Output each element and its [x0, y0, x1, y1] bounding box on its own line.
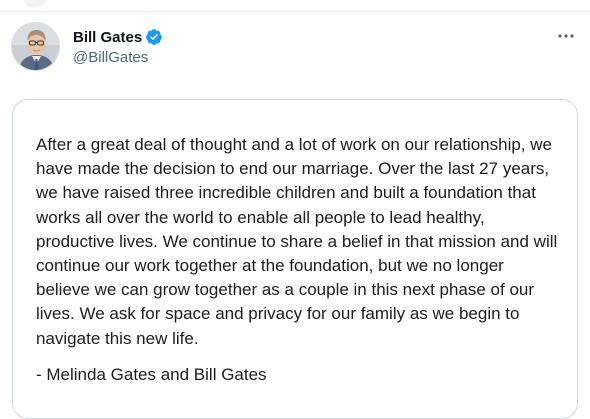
statement-text: After a great deal of thought and a lot …: [36, 135, 558, 348]
more-options-button[interactable]: [551, 24, 581, 48]
profile-photo-icon: [12, 23, 59, 70]
author-avatar[interactable]: [11, 22, 60, 71]
author-handle[interactable]: @BillGates: [73, 49, 163, 66]
tweet-header: Bill Gates @BillGates: [11, 22, 581, 74]
tweet-image-card[interactable]: After a great deal of thought and a lot …: [12, 99, 578, 419]
verified-badge-icon: [145, 28, 163, 46]
author-display-name[interactable]: Bill Gates: [73, 29, 142, 46]
ellipsis-icon: [558, 34, 574, 38]
statement-signature: - Melinda Gates and Bill Gates: [36, 365, 267, 384]
previous-tweet-edge: [0, 0, 590, 12]
previous-avatar-fragment: [22, 0, 48, 8]
